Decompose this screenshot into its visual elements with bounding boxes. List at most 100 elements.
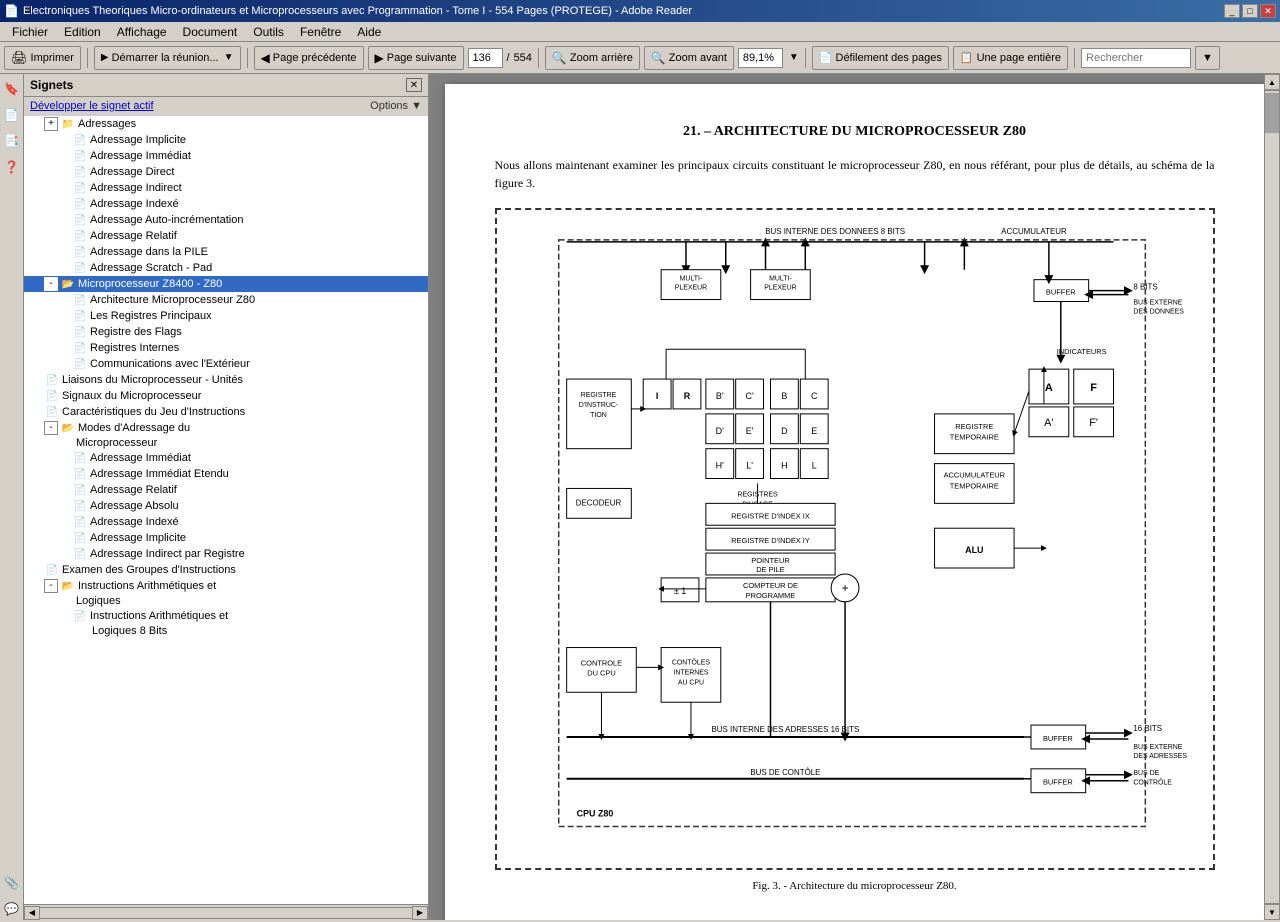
menu-document[interactable]: Document bbox=[175, 23, 246, 41]
tree-item-signaux[interactable]: 📄 Signaux du Microprocesseur bbox=[24, 388, 428, 404]
tree-item-adressage-immediat-1[interactable]: 📄 Adressage Immédiat bbox=[24, 148, 428, 164]
sidebar-close-button[interactable]: ✕ bbox=[406, 78, 422, 92]
menu-edition[interactable]: Edition bbox=[56, 23, 109, 41]
tree-item-adressage-auto[interactable]: 📄 Adressage Auto-incrémentation bbox=[24, 212, 428, 228]
bookmarks-tree: + 📁 Adressages 📄 Adressage Implicite 📄 A… bbox=[24, 116, 428, 904]
svg-text:B: B bbox=[781, 391, 787, 401]
page-icon: 📄 bbox=[72, 451, 88, 465]
sidebar-help-icon[interactable]: ❓ bbox=[1, 156, 23, 178]
toggle-icon[interactable]: - bbox=[44, 579, 58, 593]
zoom-input[interactable] bbox=[738, 48, 783, 68]
sidebar-header: Signets ✕ bbox=[24, 74, 428, 97]
menu-fenetre[interactable]: Fenêtre bbox=[292, 23, 349, 41]
search-dropdown-button[interactable]: ▼ bbox=[1195, 46, 1220, 70]
sidebar-bookmark-icon[interactable]: 🔖 bbox=[1, 78, 23, 100]
tree-item-instructions-arith[interactable]: - 📂 Instructions Arithmétiques et bbox=[24, 578, 428, 594]
tree-item-adressages[interactable]: + 📁 Adressages bbox=[24, 116, 428, 132]
zoom-out-button[interactable]: 🔍 Zoom arrière bbox=[545, 46, 640, 70]
tree-label: Adressage dans la PILE bbox=[90, 246, 208, 258]
tree-item-addr-indirect-reg[interactable]: 📄 Adressage Indirect par Registre bbox=[24, 546, 428, 562]
toggle-icon[interactable]: - bbox=[44, 277, 58, 291]
tree-item-adressage-pile[interactable]: 📄 Adressage dans la PILE bbox=[24, 244, 428, 260]
tree-item-adressage-relatif-1[interactable]: 📄 Adressage Relatif bbox=[24, 228, 428, 244]
tree-item-addr-immediat-etendu[interactable]: 📄 Adressage Immédiat Etendu bbox=[24, 466, 428, 482]
svg-text:+: + bbox=[841, 581, 848, 595]
tree-item-examen-groupes[interactable]: 📄 Examen des Groupes d'Instructions bbox=[24, 562, 428, 578]
tree-item-arch-z80[interactable]: 📄 Architecture Microprocesseur Z80 bbox=[24, 292, 428, 308]
title-bar: 📄 Electroniques Theoriques Micro-ordinat… bbox=[0, 0, 1280, 22]
scroll-right-btn[interactable]: ▶ bbox=[412, 906, 428, 920]
tree-item-flags[interactable]: 📄 Registre des Flags bbox=[24, 324, 428, 340]
current-page-input[interactable] bbox=[468, 48, 503, 68]
expand-bookmark-link[interactable]: Développer le signet actif bbox=[30, 100, 154, 112]
tree-item-instructions-arith-2[interactable]: Logiques bbox=[24, 594, 428, 608]
page-separator: / bbox=[507, 52, 510, 64]
tree-item-addr-relatif[interactable]: 📄 Adressage Relatif bbox=[24, 482, 428, 498]
sidebar-attach-icon[interactable]: 📎 bbox=[1, 872, 23, 894]
maximize-button[interactable]: □ bbox=[1242, 4, 1258, 18]
tree-item-instr-arith-8bits[interactable]: 📄 Instructions Arithmétiques et bbox=[24, 608, 428, 624]
toggle-icon[interactable]: - bbox=[44, 421, 58, 435]
search-input[interactable] bbox=[1081, 48, 1191, 68]
tree-item-addr-absolu[interactable]: 📄 Adressage Absolu bbox=[24, 498, 428, 514]
menu-outils[interactable]: Outils bbox=[245, 23, 292, 41]
zoom-in-button[interactable]: 🔍 Zoom avant bbox=[644, 46, 734, 70]
tree-item-reg-internes[interactable]: 📄 Registres Internes bbox=[24, 340, 428, 356]
scroll-pages-button[interactable]: 📄 Défilement des pages bbox=[812, 46, 949, 70]
svg-text:TEMPORAIRE: TEMPORAIRE bbox=[949, 481, 998, 490]
tree-item-addr-indexe[interactable]: 📄 Adressage Indexé bbox=[24, 514, 428, 530]
tree-item-liaisons[interactable]: 📄 Liaisons du Microprocesseur - Unités bbox=[24, 372, 428, 388]
prev-page-button[interactable]: ◀ Page précédente bbox=[254, 46, 364, 70]
tree-item-adressage-indexe-1[interactable]: 📄 Adressage Indexé bbox=[24, 196, 428, 212]
menu-aide[interactable]: Aide bbox=[349, 23, 389, 41]
tree-item-modes-adressage-2[interactable]: Microprocesseur bbox=[24, 436, 428, 450]
svg-text:A': A' bbox=[1044, 417, 1053, 429]
svg-text:BUFFER: BUFFER bbox=[1045, 288, 1075, 297]
tree-item-addr-implicite[interactable]: 📄 Adressage Implicite bbox=[24, 530, 428, 546]
tree-item-z8400[interactable]: - 📂 Microprocesseur Z8400 - Z80 bbox=[24, 276, 428, 292]
sidebar-pages-icon[interactable]: 📄 bbox=[1, 104, 23, 126]
scroll-thumb[interactable] bbox=[1265, 93, 1279, 133]
sidebar-comment-icon[interactable]: 💬 bbox=[1, 898, 23, 920]
tree-item-adressage-implicite-1[interactable]: 📄 Adressage Implicite bbox=[24, 132, 428, 148]
scroll-track[interactable] bbox=[1264, 90, 1280, 904]
toolbar-separator-5 bbox=[1074, 48, 1075, 68]
scroll-down-button[interactable]: ▼ bbox=[1264, 904, 1280, 920]
tree-item-communications[interactable]: 📄 Communications avec l'Extérieur bbox=[24, 356, 428, 372]
page-icon: 📄 bbox=[72, 149, 88, 163]
menu-fichier[interactable]: Fichier bbox=[4, 23, 56, 41]
svg-text:CPU Z80: CPU Z80 bbox=[576, 809, 613, 819]
next-page-button[interactable]: ▶ Page suivante bbox=[368, 46, 464, 70]
tree-item-adressage-scratch[interactable]: 📄 Adressage Scratch - Pad bbox=[24, 260, 428, 276]
minimize-button[interactable]: _ bbox=[1224, 4, 1240, 18]
left-icon-bar: 🔖 📄 📑 ❓ 📎 💬 bbox=[0, 74, 24, 920]
tree-item-adressage-indirect[interactable]: 📄 Adressage Indirect bbox=[24, 180, 428, 196]
scroll-up-button[interactable]: ▲ bbox=[1264, 74, 1280, 90]
svg-text:F: F bbox=[1090, 382, 1097, 394]
tree-item-modes-adressage[interactable]: - 📂 Modes d'Adressage du bbox=[24, 420, 428, 436]
tree-item-caracteristiques[interactable]: 📄 Caractéristiques du Jeu d'Instructions bbox=[24, 404, 428, 420]
toggle-icon[interactable]: + bbox=[44, 117, 58, 131]
svg-text:REGISTRE: REGISTRE bbox=[580, 392, 616, 399]
tree-label: Adressage Absolu bbox=[90, 500, 179, 512]
start-meeting-button[interactable]: ▶ Démarrer la réunion... ▼ bbox=[94, 46, 241, 70]
svg-text:BUFFER: BUFFER bbox=[1042, 734, 1072, 743]
tree-item-adressage-direct[interactable]: 📄 Adressage Direct bbox=[24, 164, 428, 180]
options-button[interactable]: Options ▼ bbox=[370, 100, 422, 112]
close-button[interactable]: ✕ bbox=[1260, 4, 1276, 18]
menu-affichage[interactable]: Affichage bbox=[109, 23, 175, 41]
tree-item-addr-immediat[interactable]: 📄 Adressage Immédiat bbox=[24, 450, 428, 466]
whole-page-button[interactable]: 📋 Une page entière bbox=[953, 46, 1068, 70]
svg-text:F': F' bbox=[1089, 417, 1098, 429]
tree-item-registres[interactable]: 📄 Les Registres Principaux bbox=[24, 308, 428, 324]
svg-text:C: C bbox=[811, 391, 818, 401]
sidebar-layers-icon[interactable]: 📑 bbox=[1, 130, 23, 152]
svg-text:COMPTEUR DE: COMPTEUR DE bbox=[743, 581, 798, 590]
tree-item-instr-arith-8bits-2[interactable]: Logiques 8 Bits bbox=[24, 624, 428, 638]
tree-label: Logiques bbox=[76, 595, 121, 607]
page-icon: 📄 bbox=[72, 229, 88, 243]
scroll-left-btn[interactable]: ◀ bbox=[24, 906, 40, 920]
svg-text:L: L bbox=[811, 461, 816, 471]
print-button[interactable]: 🖨 Imprimer bbox=[4, 46, 81, 70]
tree-label: Adressage Immédiat bbox=[90, 150, 191, 162]
